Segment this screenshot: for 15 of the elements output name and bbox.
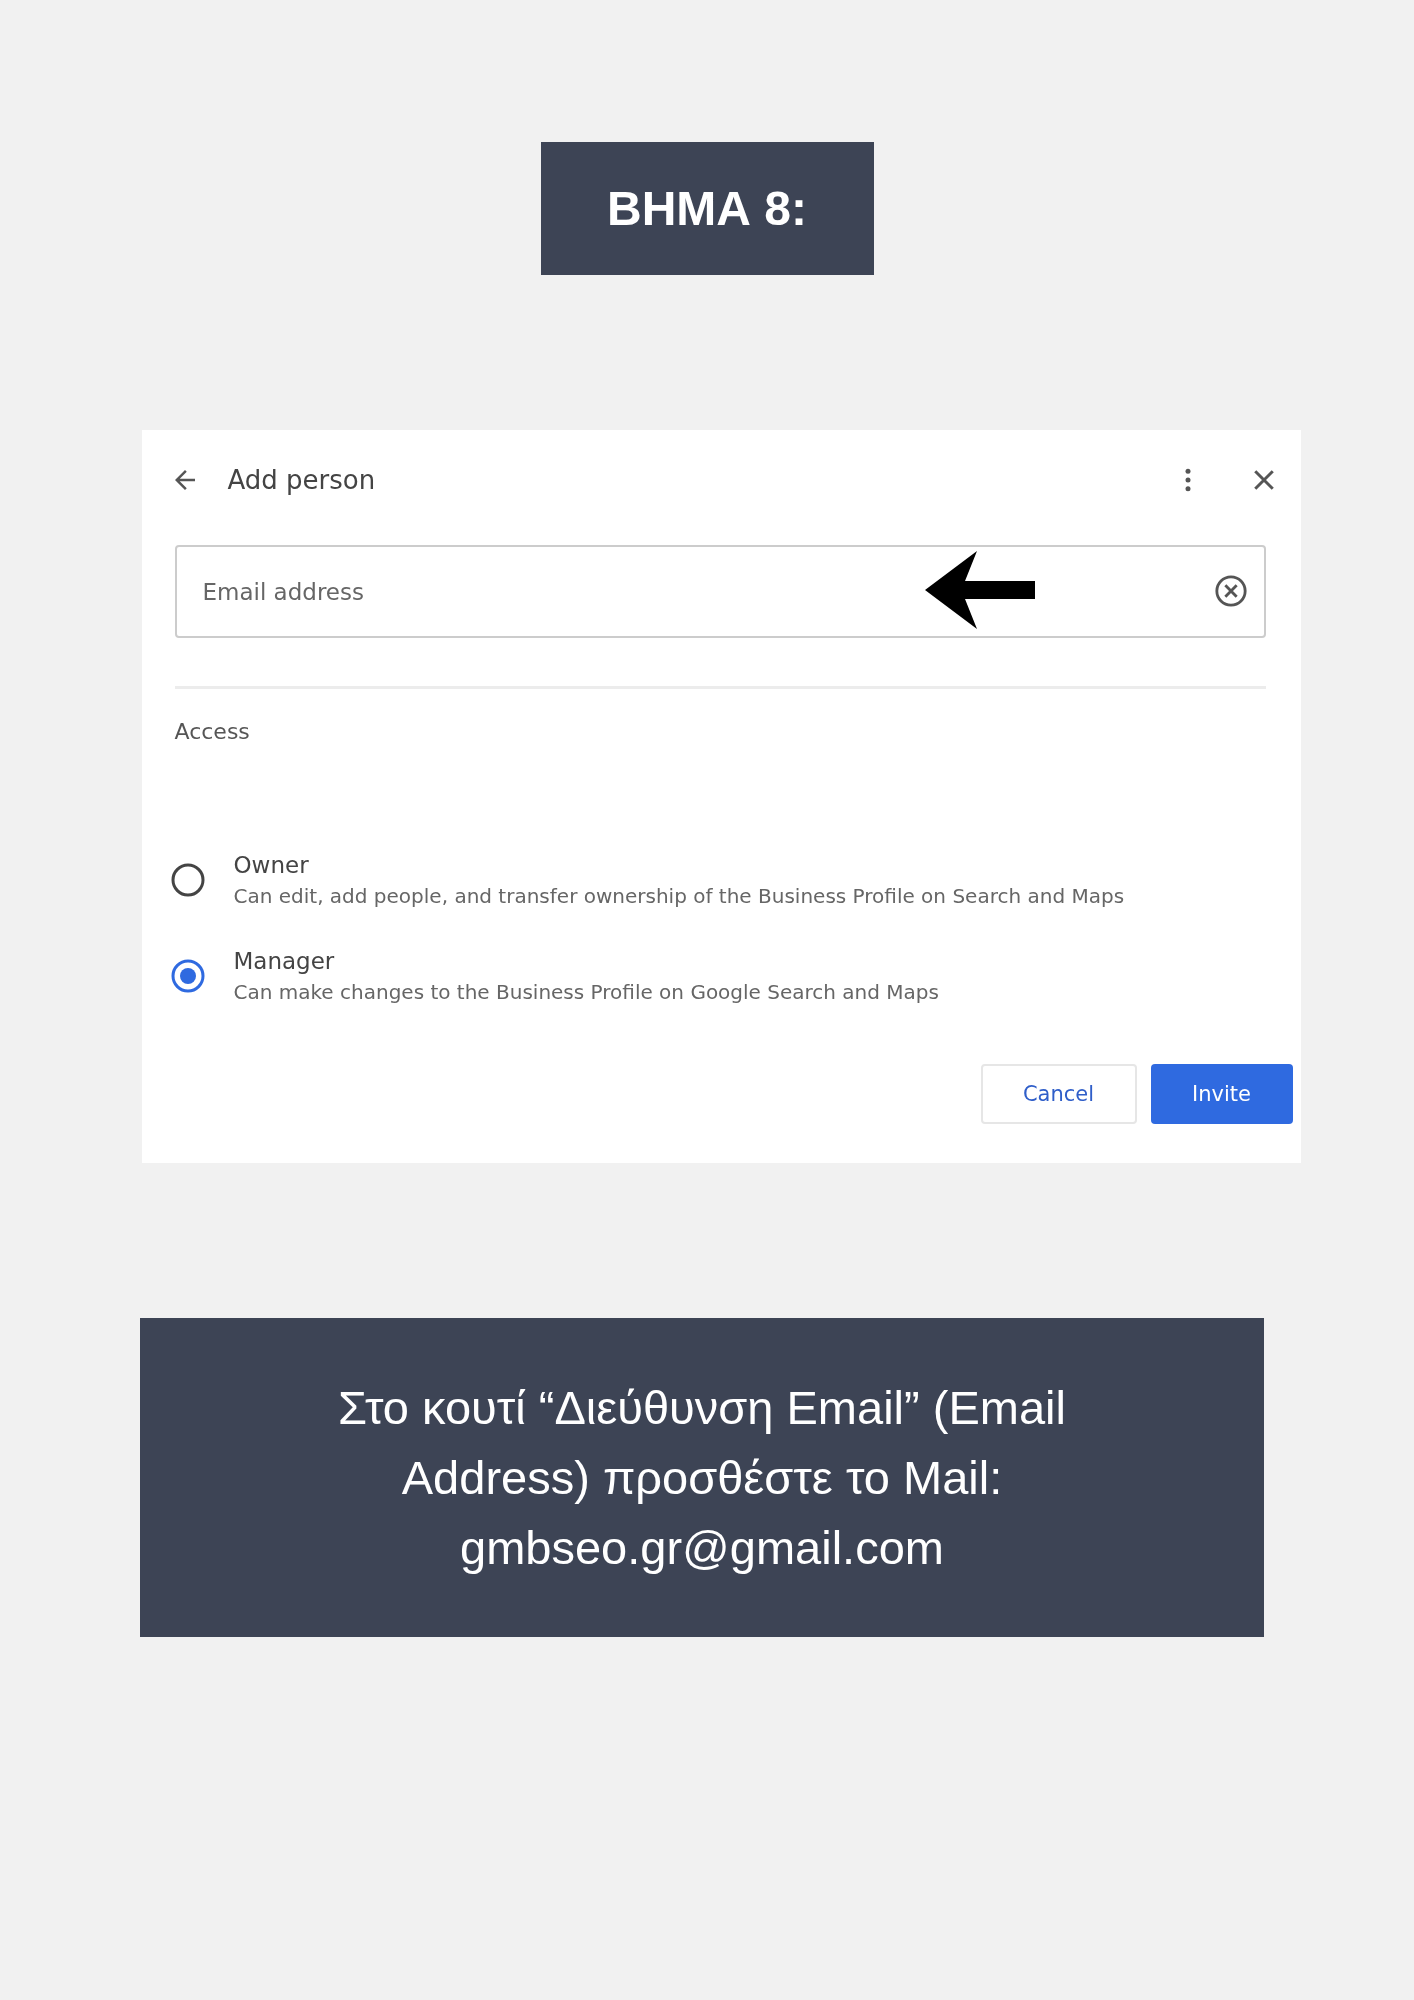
step-heading: ΒΗΜΑ 8:	[540, 142, 874, 275]
role-description: Can make changes to the Business Profile on Google Search and Maps	[233, 980, 939, 1004]
section-label: Access	[174, 719, 251, 744]
radio-button[interactable]	[169, 862, 206, 898]
role-label: Owner	[233, 852, 310, 878]
arrow-icon	[924, 551, 1035, 629]
radio-button[interactable]	[169, 958, 206, 994]
clear-icon[interactable]	[1213, 574, 1248, 608]
dialog-title: Add person	[227, 465, 377, 495]
invite-button[interactable]: Invite	[1150, 1064, 1293, 1124]
role-description: Can edit, add people, and transfer ownership of the Business Profile on Search and Maps	[233, 884, 1125, 908]
role-label: Manager	[233, 948, 336, 974]
cancel-button[interactable]: Cancel	[980, 1064, 1137, 1124]
email-field[interactable]: Email address	[174, 545, 1266, 638]
instruction-text: Στο κουτί “Διεύθυνση Email” (Email Address) προσθέστε το Mail: gmbseo.gr@gmail.com	[337, 1379, 1067, 1576]
